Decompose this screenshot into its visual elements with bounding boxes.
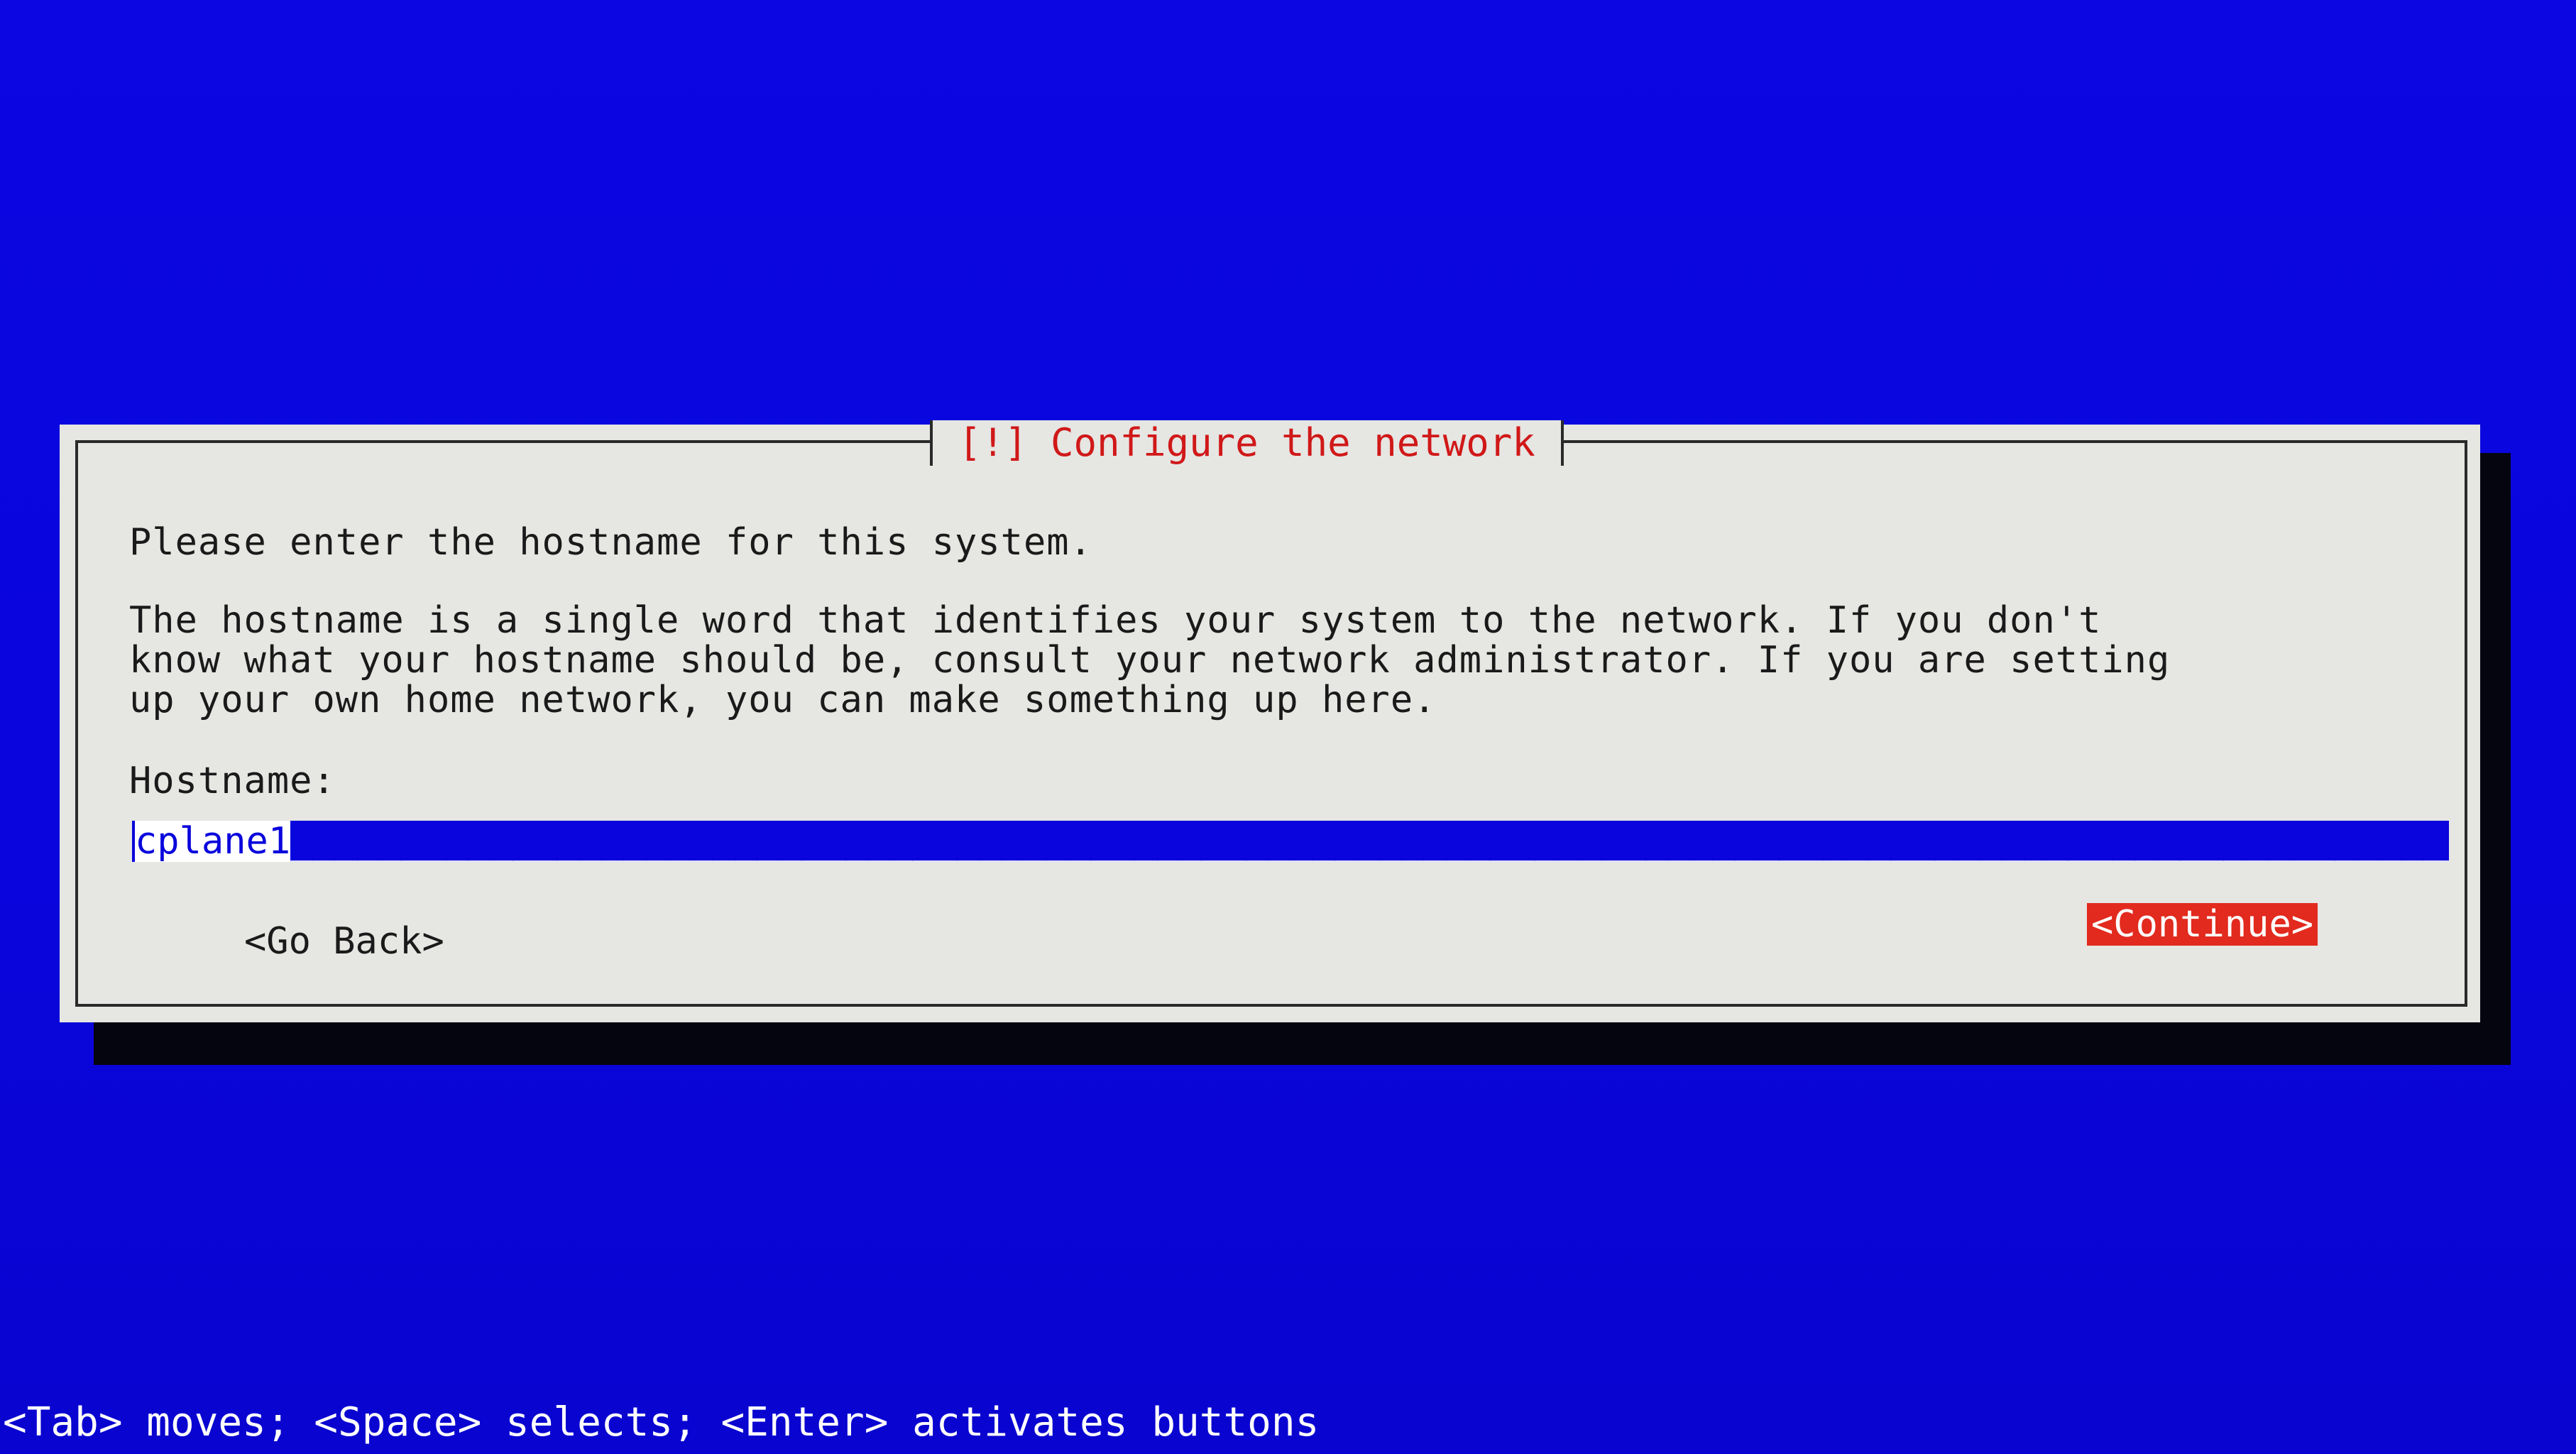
dialog-title: [!] Configure the network (930, 420, 1564, 466)
hostname-prompt: Please enter the hostname for this syste… (129, 521, 1092, 564)
configure-network-dialog: [!] Configure the network Please enter t… (60, 420, 2480, 1022)
keyboard-help-bar: <Tab> moves; <Space> selects; <Enter> ac… (3, 1399, 1320, 1445)
continue-button[interactable]: <Continue> (2087, 903, 2318, 946)
hostname-label: Hostname: (129, 760, 336, 802)
installer-screen: [!] Configure the network Please enter t… (0, 0, 2576, 1454)
hostname-value: cplane1 (135, 821, 291, 862)
go-back-button[interactable]: <Go Back> (244, 920, 444, 963)
hostname-description: The hostname is a single word that ident… (129, 599, 2171, 721)
hostname-field-fill: ________________________________________… (290, 821, 2449, 862)
dialog-frame: [!] Configure the network Please enter t… (75, 420, 2467, 1007)
hostname-input[interactable]: cplane1_________________________________… (132, 821, 2449, 862)
